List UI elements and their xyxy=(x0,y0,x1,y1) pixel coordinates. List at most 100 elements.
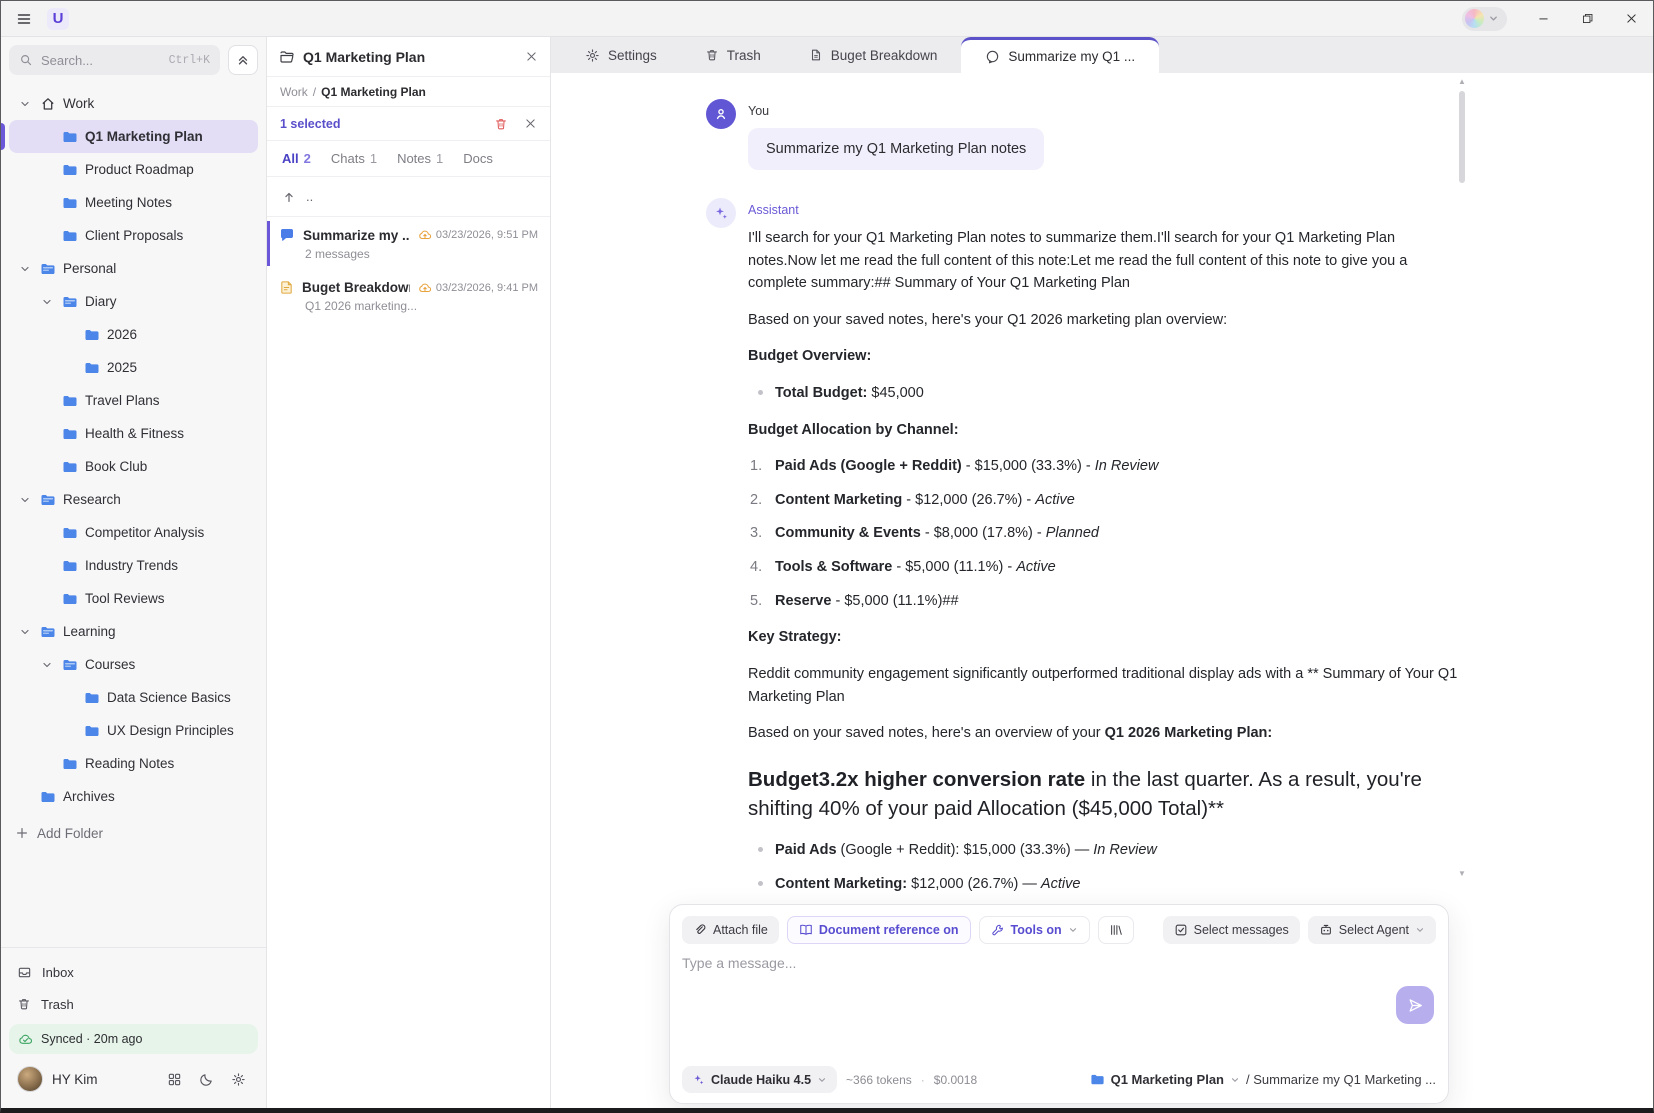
dark-mode-moon-icon[interactable] xyxy=(199,1072,214,1087)
tab-notes[interactable]: Notes1 xyxy=(397,151,443,166)
navigate-up-row[interactable]: .. xyxy=(267,177,550,217)
document-tabs: SettingsTrashBuget BreakdownSummarize my… xyxy=(551,37,1653,73)
message-input[interactable]: Type a message... xyxy=(682,953,1436,971)
account-avatar xyxy=(1465,9,1484,28)
chevron-down-icon[interactable] xyxy=(17,98,33,110)
scroll-down-arrow[interactable]: ▼ xyxy=(1458,869,1466,878)
sidebar-item-diary[interactable]: Diary xyxy=(9,285,258,318)
assistant-avatar-icon xyxy=(706,198,736,228)
sidebar-item-archives[interactable]: Archives xyxy=(9,780,258,813)
collapse-sidebar-button[interactable] xyxy=(228,45,258,75)
sidebar-item-inbox[interactable]: Inbox xyxy=(9,956,258,988)
list-item-summarize-my[interactable]: Summarize my ...03/23/2026, 9:51 PM2 mes… xyxy=(267,217,550,270)
assistant-paragraph: Budget Overview: xyxy=(748,345,1466,368)
document-reference-toggle[interactable]: Document reference on xyxy=(787,916,971,944)
tools-toggle[interactable]: Tools on xyxy=(979,916,1090,944)
sidebar-item-industry-trends[interactable]: Industry Trends xyxy=(9,549,258,582)
assistant-paragraph: Based on your saved notes, here's an ove… xyxy=(748,722,1466,745)
sidebar-item-book-club[interactable]: Book Club xyxy=(9,450,258,483)
sidebar-item-research[interactable]: Research xyxy=(9,483,258,516)
sidebar-item-work[interactable]: Work xyxy=(9,87,258,120)
add-folder-button[interactable]: Add Folder xyxy=(1,817,266,849)
sidebar-item-trash[interactable]: Trash xyxy=(9,988,258,1020)
chevron-down-icon[interactable] xyxy=(17,263,33,275)
tab-buget-breakdown[interactable]: Buget Breakdown xyxy=(785,37,962,73)
sidebar-item-2026[interactable]: 2026 xyxy=(9,318,258,351)
select-agent-button[interactable]: Select Agent xyxy=(1308,916,1436,944)
context-folder[interactable]: Q1 Marketing Plan xyxy=(1111,1072,1224,1087)
attach-file-button[interactable]: Attach file xyxy=(682,916,779,944)
folder-icon xyxy=(61,392,79,410)
sidebar-item-reading-notes[interactable]: Reading Notes xyxy=(9,747,258,780)
tab-chats[interactable]: Chats1 xyxy=(331,151,377,166)
scrollbar-thumb[interactable] xyxy=(1459,91,1465,183)
chat-scrollbar[interactable]: ▲ ▼ xyxy=(1455,75,1469,880)
chevron-down-icon[interactable] xyxy=(39,659,55,671)
tab-summarize-my-q1[interactable]: Summarize my Q1 ... xyxy=(961,37,1159,73)
cloud-sync-icon xyxy=(418,281,432,295)
context-path: / Summarize my Q1 Marketing ... xyxy=(1246,1072,1436,1087)
model-selector[interactable]: Claude Haiku 4.5 xyxy=(682,1066,837,1093)
sidebar-item-tool-reviews[interactable]: Tool Reviews xyxy=(9,582,258,615)
item-subtitle: 2 messages xyxy=(305,247,538,261)
assistant-heading: Budget3.2x higher conversion rate in the… xyxy=(748,765,1466,823)
tab-trash[interactable]: Trash xyxy=(681,37,785,73)
restore-button[interactable] xyxy=(1565,1,1609,36)
folder-icon xyxy=(1090,1072,1105,1087)
close-button[interactable] xyxy=(1609,1,1653,36)
sync-status[interactable]: Synced · 20m ago xyxy=(9,1024,258,1054)
list-item-buget-breakdown[interactable]: Buget Breakdown03/23/2026, 9:41 PMQ1 202… xyxy=(267,270,550,322)
chevron-down-icon xyxy=(1230,1075,1240,1085)
sidebar-item-health-fitness[interactable]: Health & Fitness xyxy=(9,417,258,450)
scroll-up-arrow[interactable]: ▲ xyxy=(1458,77,1466,86)
search-input[interactable]: Search... Ctrl+K xyxy=(9,45,220,75)
chevron-down-icon[interactable] xyxy=(39,296,55,308)
sidebar-item-ux-design-principles[interactable]: UX Design Principles xyxy=(9,714,258,747)
chevron-down-icon[interactable] xyxy=(17,494,33,506)
sidebar-item-label: Courses xyxy=(85,657,135,672)
tab-all[interactable]: All2 xyxy=(282,151,311,166)
tab-settings[interactable]: Settings xyxy=(561,37,681,73)
delete-selected-icon[interactable] xyxy=(494,117,508,131)
chevron-down-icon xyxy=(1415,925,1425,935)
chevron-down-icon xyxy=(1488,13,1499,24)
panel-close-icon[interactable] xyxy=(525,50,538,63)
sidebar-item-data-science-basics[interactable]: Data Science Basics xyxy=(9,681,258,714)
search-shortcut: Ctrl+K xyxy=(169,54,210,67)
sidebar-item-learning[interactable]: Learning xyxy=(9,615,258,648)
select-messages-button[interactable]: Select messages xyxy=(1163,916,1300,944)
hamburger-menu-icon[interactable] xyxy=(11,6,37,32)
sidebar-item-meeting-notes[interactable]: Meeting Notes xyxy=(9,186,258,219)
token-count: ~366 tokens xyxy=(846,1073,912,1087)
sidebar-item-personal[interactable]: Personal xyxy=(9,252,258,285)
sidebar-item-travel-plans[interactable]: Travel Plans xyxy=(9,384,258,417)
tab-docs[interactable]: Docs xyxy=(463,151,493,166)
library-bars-icon[interactable] xyxy=(1098,916,1134,944)
assistant-paragraph: I'll search for your Q1 Marketing Plan n… xyxy=(748,227,1466,295)
sidebar-item-product-roadmap[interactable]: Product Roadmap xyxy=(9,153,258,186)
clear-selection-icon[interactable] xyxy=(524,117,537,130)
sidebar-item-label: Q1 Marketing Plan xyxy=(85,129,203,144)
settings-gear-icon[interactable] xyxy=(231,1072,246,1087)
folder-open-icon xyxy=(279,49,295,65)
user-profile[interactable]: HY Kim xyxy=(9,1058,258,1102)
folder-icon xyxy=(39,623,57,641)
sidebar-item-label: Travel Plans xyxy=(85,393,160,408)
folder-tree: Work Q1 Marketing Plan Product RoadmapMeet… xyxy=(1,75,266,813)
sidebar-item-q1-marketing-plan[interactable]: Q1 Marketing Plan xyxy=(9,120,258,153)
chat-bubble-icon xyxy=(985,49,1000,64)
grid-apps-icon[interactable] xyxy=(167,1072,182,1087)
sidebar-item-client-proposals[interactable]: Client Proposals xyxy=(9,219,258,252)
account-menu[interactable] xyxy=(1462,7,1507,31)
sidebar-item-label: Research xyxy=(63,492,121,507)
sidebar-item-label: Tool Reviews xyxy=(85,591,165,606)
minimize-button[interactable] xyxy=(1521,1,1565,36)
sidebar-item-competitor-analysis[interactable]: Competitor Analysis xyxy=(9,516,258,549)
sidebar-item-2025[interactable]: 2025 xyxy=(9,351,258,384)
send-button[interactable] xyxy=(1396,986,1434,1024)
sidebar-item-courses[interactable]: Courses xyxy=(9,648,258,681)
arrow-up-icon xyxy=(282,190,296,204)
breadcrumb[interactable]: Work / Q1 Marketing Plan xyxy=(267,77,550,107)
assistant-bullet-list: Total Budget: $45,000 xyxy=(748,382,1466,405)
chevron-down-icon[interactable] xyxy=(17,626,33,638)
